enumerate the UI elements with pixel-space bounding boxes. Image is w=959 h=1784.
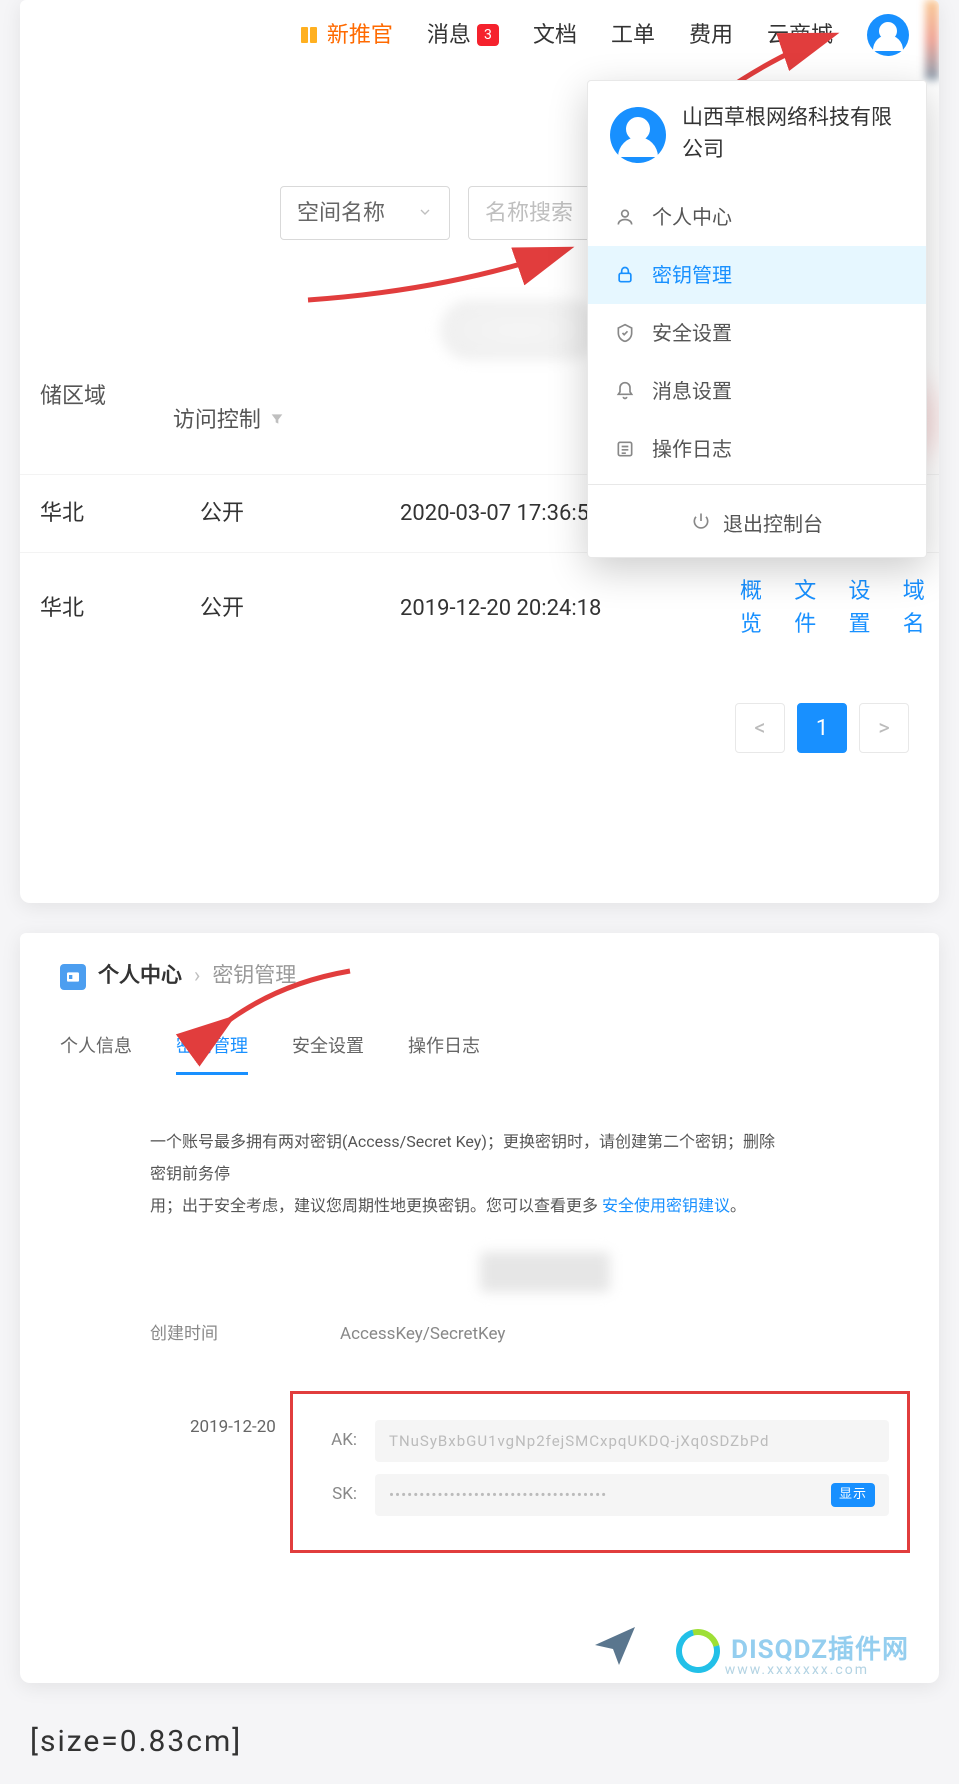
paper-plane-icon [591,1621,639,1669]
user-icon [614,207,636,227]
key-area: 2019-12-20 AK: TNuSyBxbGU1vgNp2fejSMCxpq… [60,1371,899,1553]
nav-recommend[interactable]: 新推官 [299,19,393,52]
redaction-blur [440,300,600,360]
chevron-right-icon: › [194,961,200,993]
lock-icon [614,265,636,285]
nav-recommend-label: 新推官 [327,19,393,52]
tab-security-settings[interactable]: 安全设置 [292,1033,364,1075]
watermark: DISQDZ插件网 www.xxxxxxx.com [676,1629,909,1673]
table-row: 华北 公开 2019-12-20 20:24:18 概览 文件 设置 域名 [20,552,939,663]
search-placeholder: 名称搜索 [485,197,573,230]
link-settings[interactable]: 设置 [849,575,885,641]
menu-message-settings-label: 消息设置 [652,376,732,406]
sk-row: SK: ••••••••••••••••••••••••••••••••••••… [311,1474,889,1516]
bell-icon [614,381,636,401]
menu-security-settings-label: 安全设置 [652,318,732,348]
menu-security-settings[interactable]: 安全设置 [588,304,926,362]
watermark-sub: www.xxxxxxx.com [725,1660,869,1681]
redaction-blur-button [480,1252,610,1292]
ak-value-field[interactable]: TNuSyBxbGU1vgNp2fejSMCxpqUKDQ-jXq0SDZbPd [375,1420,889,1462]
th-access: 访问控制 [173,380,339,460]
ak-value: TNuSyBxbGU1vgNp2fejSMCxpqUKDQ-jXq0SDZbPd [389,1430,769,1453]
log-icon [614,439,636,459]
breadcrumb-root[interactable]: 个人中心 [98,961,182,993]
ak-row: AK: TNuSyBxbGU1vgNp2fejSMCxpqUKDQ-jXq0SD… [311,1420,889,1462]
breadcrumb: 个人中心 › 密钥管理 [60,961,899,993]
sk-value: •••••••••••••••••••••••••••••••••••• [389,1484,607,1507]
link-domain[interactable]: 域名 [903,575,939,641]
tab-operation-log[interactable]: 操作日志 [408,1033,480,1075]
td-access: 公开 [200,592,400,625]
user-dropdown: 山西草根网络科技有限公司 个人中心 密钥管理 安全设置 [587,80,927,558]
tab-personal-info[interactable]: 个人信息 [60,1033,132,1075]
nav-mall[interactable]: 云商城 [767,19,833,52]
page-prev[interactable]: < [735,703,785,753]
page-1[interactable]: 1 [797,703,847,753]
company-name: 山西草根网络科技有限公司 [682,103,904,166]
ak-label: AK: [311,1428,357,1454]
link-overview[interactable]: 概览 [740,575,776,641]
info-line1a: 一个账号最多拥有两对密钥(Access/Secret Key)；更换密钥时，请创… [150,1132,775,1183]
breadcrumb-current: 密钥管理 [212,961,296,993]
menu-key-management-label: 密钥管理 [652,260,732,290]
menu-operation-log[interactable]: 操作日志 [588,420,926,478]
key-created-date: 2019-12-20 [190,1415,276,1441]
menu-operation-log-label: 操作日志 [652,434,732,464]
menu-logout[interactable]: 退出控制台 [588,491,926,557]
shield-icon [614,323,636,343]
nav-tickets[interactable]: 工单 [611,19,655,52]
menu-personal-center-label: 个人中心 [652,202,732,232]
menu-personal-center[interactable]: 个人中心 [588,188,926,246]
divider [588,484,926,485]
td-region: 华北 [20,592,200,625]
show-sk-button[interactable]: 显示 [831,1483,875,1507]
sk-value-field[interactable]: •••••••••••••••••••••••••••••••••••• 显示 [375,1474,889,1516]
info-link[interactable]: 安全使用密钥建议 [602,1196,730,1215]
menu-message-settings[interactable]: 消息设置 [588,362,926,420]
key-table-header: 创建时间 AccessKey/SecretKey [60,1312,899,1362]
info-punct: 。 [730,1196,746,1215]
watermark-logo-icon [668,1621,728,1681]
messages-badge: 3 [477,24,499,46]
tab-key-management[interactable]: 密钥管理 [176,1033,248,1075]
nav-docs[interactable]: 文档 [533,19,577,52]
bottom-panel: 个人中心 › 密钥管理 个人信息 密钥管理 安全设置 操作日志 一个账号最多拥有… [20,933,939,1683]
chevron-down-icon [417,197,433,230]
link-files[interactable]: 文件 [794,575,830,641]
top-panel: 新推官 消息 3 文档 工单 费用 云商城 山西草根网络科技有限公 [20,0,939,903]
tabs: 个人信息 密钥管理 安全设置 操作日志 [60,1033,899,1076]
filter-icon[interactable] [269,404,285,437]
sk-label: SK: [311,1482,357,1508]
th-aksk: AccessKey/SecretKey [340,1322,505,1348]
id-card-icon [60,964,86,990]
th-created-time: 创建时间 [150,1322,280,1348]
nav-messages-label: 消息 [427,19,471,52]
page-next[interactable]: > [859,703,909,753]
th-region: 储区域 [20,380,173,460]
td-access: 公开 [200,497,400,530]
annotation-red-box: AK: TNuSyBxbGU1vgNp2fejSMCxpqUKDQ-jXq0SD… [290,1391,910,1553]
space-name-select[interactable]: 空间名称 [280,186,450,240]
power-icon [691,509,711,539]
info-text: 一个账号最多拥有两对密钥(Access/Secret Key)；更换密钥时，请创… [150,1126,780,1222]
td-region: 华北 [20,497,200,530]
gift-icon [299,25,319,45]
td-links: 概览 文件 设置 域名 [700,575,939,641]
page-caption: [size=0.83cm] [0,1713,959,1784]
info-line1b: 用；出于安全考虑，建议您周期性地更换密钥。您可以查看更多 [150,1196,602,1215]
menu-logout-label: 退出控制台 [723,509,823,539]
pagination: < 1 > [20,663,939,903]
nav-messages[interactable]: 消息 3 [427,19,499,52]
select-label: 空间名称 [297,197,385,230]
th-access-label: 访问控制 [173,404,261,437]
dropdown-header: 山西草根网络科技有限公司 [588,81,926,188]
menu-key-management[interactable]: 密钥管理 [588,246,926,304]
td-time: 2019-12-20 20:24:18 [400,592,700,625]
avatar-icon[interactable] [867,14,909,56]
top-nav: 新推官 消息 3 文档 工单 费用 云商城 [20,0,939,66]
nav-billing[interactable]: 费用 [689,19,733,52]
avatar-large-icon [610,107,666,163]
